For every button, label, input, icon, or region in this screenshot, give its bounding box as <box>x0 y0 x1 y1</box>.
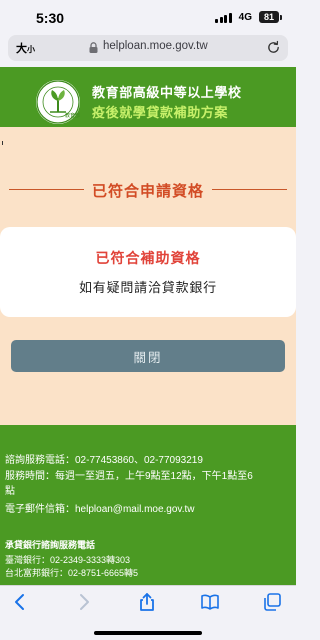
result-card: 已符合補助資格 如有疑問請洽貸款銀行 <box>0 227 296 317</box>
ministry-of-education-logo: 教育部 <box>36 80 80 124</box>
text-cursor <box>2 141 3 145</box>
section-title: 已符合申請資格 <box>91 183 204 200</box>
site-footer: 諮詢服務電話：02-77453860、02-77093219 服務時間：每週一至… <box>0 425 296 585</box>
logo-text: 教育部 <box>65 112 80 119</box>
signal-icon <box>215 12 232 23</box>
status-time: 5:30 <box>36 10 65 26</box>
network-type: 4G <box>238 11 252 23</box>
forward-icon[interactable] <box>74 592 94 612</box>
footer-bank-taiwan: 臺灣銀行：02-2349-3333轉303 <box>5 555 131 565</box>
close-button[interactable]: 關閉 <box>11 340 285 372</box>
result-card-title: 已符合補助資格 <box>95 250 201 266</box>
footer-phone: 諮詢服務電話：02-77453860、02-77093219 <box>5 455 203 466</box>
footer-hours: 服務時間：每週一至週五，上午9點至12點，下午1點至6 <box>5 471 253 482</box>
status-bar: 5:30 4G 81 <box>0 0 296 34</box>
battery-icon: 81 <box>259 11 282 23</box>
address-bar[interactable]: 大小 helploan.moe.gov.tw <box>8 35 288 61</box>
header-title-line1: 教育部高級中等以上學校 <box>92 85 242 100</box>
footer-hours-cont: 點 <box>5 486 15 497</box>
home-indicator <box>94 631 202 635</box>
battery-level: 81 <box>259 11 279 23</box>
header-title-line2: 疫後就學貸款補助方案 <box>92 105 229 120</box>
tabs-icon[interactable] <box>262 592 282 612</box>
status-indicators: 4G 81 <box>215 11 282 23</box>
url-text[interactable]: helploan.moe.gov.tw <box>103 40 208 52</box>
back-icon[interactable] <box>10 592 30 612</box>
reload-icon[interactable] <box>266 40 281 55</box>
lock-icon <box>89 42 98 53</box>
bookmarks-icon[interactable] <box>200 592 220 612</box>
main-content: 已符合申請資格 已符合補助資格 如有疑問請洽貸款銀行 關閉 <box>0 127 296 425</box>
result-card-text: 如有疑問請洽貸款銀行 <box>78 280 217 295</box>
text-size-button[interactable]: 大小 <box>16 40 35 56</box>
share-icon[interactable] <box>137 592 157 612</box>
footer-bank-heading: 承貸銀行諮詢服務電話 <box>5 540 96 550</box>
footer-bank-fubon: 台北富邦銀行：02-8751-6665轉5 <box>5 568 139 578</box>
footer-email[interactable]: 電子郵件信箱：helploan@mail.moe.gov.tw <box>5 502 293 517</box>
